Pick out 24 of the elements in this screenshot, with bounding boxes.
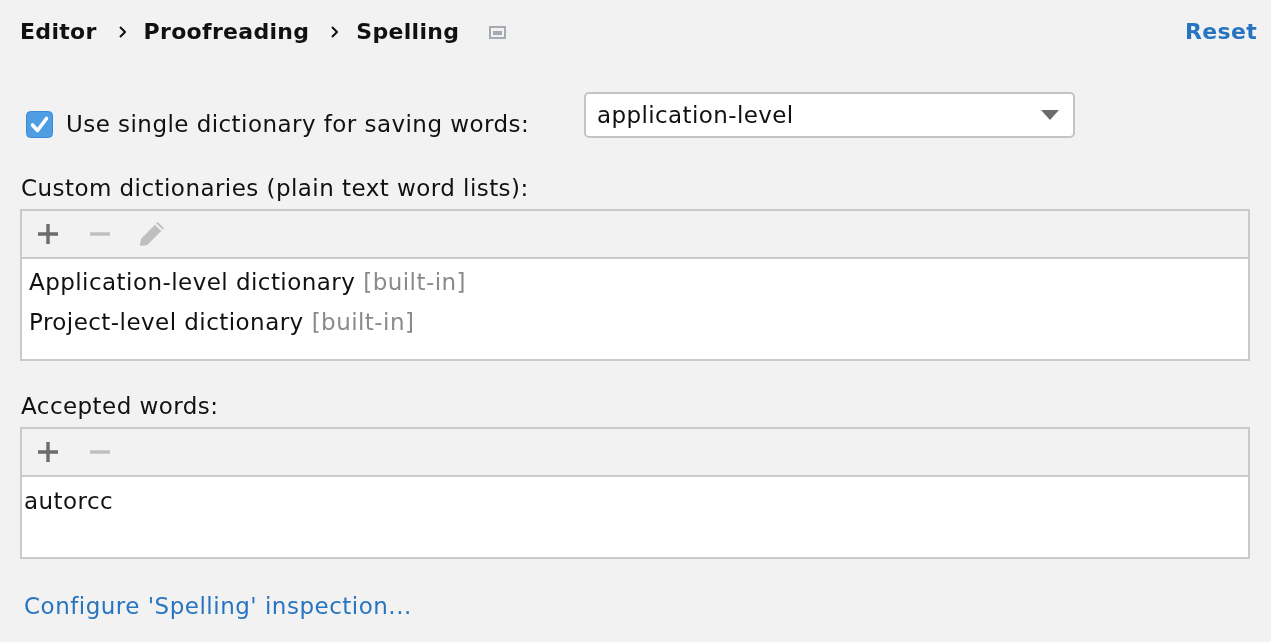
configure-inspection-link[interactable]: Configure 'Spelling' inspection... [24,592,412,620]
plus-icon [38,442,58,462]
breadcrumb-item[interactable]: Proofreading [143,18,310,46]
caret-down-icon [1041,110,1059,120]
checkbox-label[interactable]: Use single dictionary for saving words: [66,110,530,138]
breadcrumb-item[interactable]: Editor [20,18,97,46]
chevron-right-icon [331,26,339,38]
breadcrumb-item[interactable]: Spelling [356,18,460,46]
plus-icon [38,224,58,244]
reset-link[interactable]: Reset [1185,18,1257,46]
item-note: [built-in] [363,269,466,295]
list-item[interactable]: Project-level dictionary [built-in] [29,302,415,342]
window-icon[interactable] [489,25,507,39]
list-item[interactable]: autorcc [24,481,114,521]
section-label: Custom dictionaries (plain text word lists): [21,174,529,202]
item-note: [built-in] [311,309,415,335]
minus-icon [90,232,110,236]
chevron-right-icon [118,26,126,38]
minus-icon [90,450,110,454]
checkbox[interactable] [26,110,53,138]
dictionary-level-dropdown[interactable]: application-level [584,92,1075,138]
section-label: Accepted words: [21,392,219,420]
pencil-icon [139,221,165,247]
list-item[interactable]: Application-level dictionary [built-in] [29,262,466,302]
